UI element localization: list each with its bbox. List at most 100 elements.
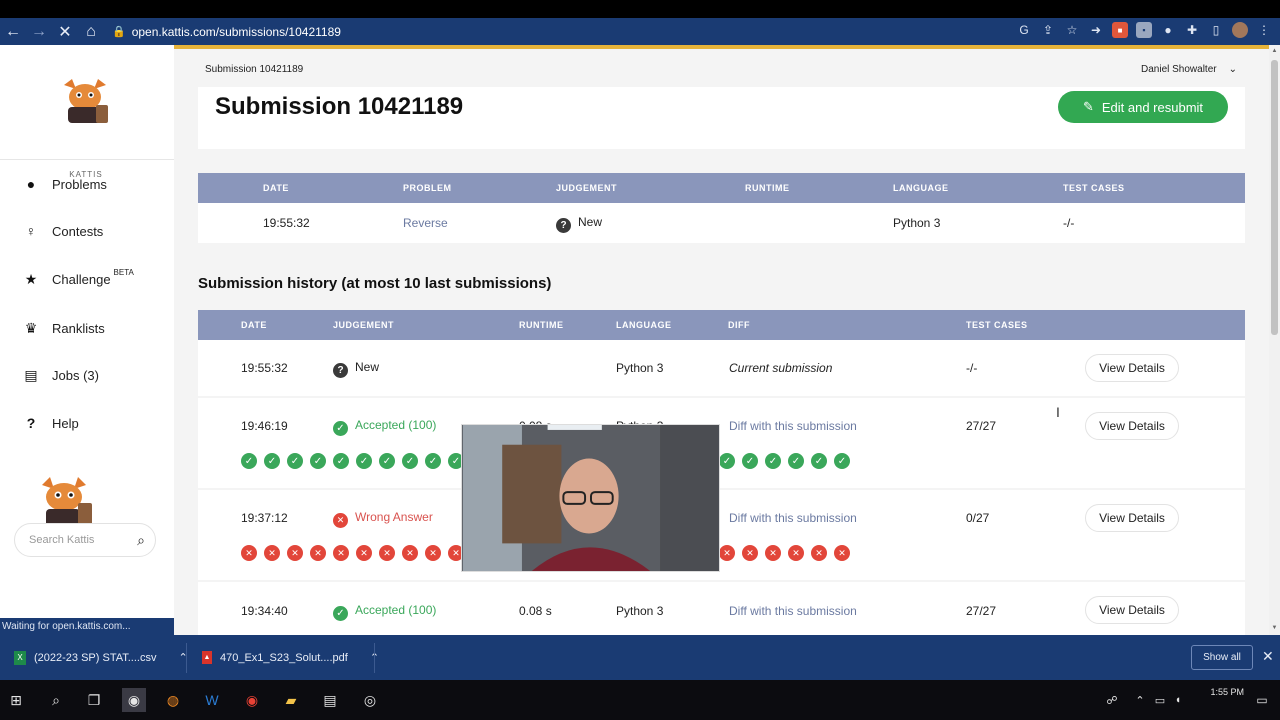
test-cases-cell: -/- xyxy=(1063,216,1075,230)
cross-icon: ✕ xyxy=(264,545,280,561)
sidebar-item-help[interactable]: ? Help xyxy=(22,412,79,434)
judgement-text: Accepted (100) xyxy=(355,418,437,432)
breadcrumb[interactable]: Submission 10421189 xyxy=(205,64,303,75)
scrollbar-thumb[interactable] xyxy=(1271,60,1278,335)
cross-icon: ✕ xyxy=(742,545,758,561)
cross-icon: ✕ xyxy=(241,545,257,561)
cross-icon: ✕ xyxy=(402,545,418,561)
test-case-results: ✕ ✕ ✕ ✕ ✕ ✕ xyxy=(719,545,850,561)
problem-link[interactable]: Reverse xyxy=(403,216,448,230)
date-cell: 19:46:19 xyxy=(241,419,288,433)
subheader: Submission 10421189 Daniel Showalter ⌄ xyxy=(174,49,1269,87)
download-item[interactable]: X (2022-23 SP) STAT....csv ⌃ xyxy=(14,635,188,680)
question-icon: ? xyxy=(333,363,348,378)
trophy-icon: ♛ xyxy=(24,319,38,336)
volume-icon[interactable]: ◖ xyxy=(1166,688,1190,712)
diff-link[interactable]: Diff with this submission xyxy=(729,419,857,433)
share-icon[interactable]: ⇪ xyxy=(1040,22,1056,38)
diff-link[interactable]: Diff with this submission xyxy=(729,511,857,525)
check-icon: ✓ xyxy=(310,453,326,469)
close-icon[interactable]: ✕ xyxy=(1262,648,1274,665)
col-judgement: JUDGEMENT xyxy=(333,320,395,330)
divider xyxy=(374,643,375,673)
table-row: 19:55:32 Reverse ? New Python 3 -/- xyxy=(198,203,1245,243)
sidebar-item-ranklists[interactable]: ♛ Ranklists xyxy=(22,317,105,339)
scroll-up-icon[interactable]: ▲ xyxy=(1271,48,1278,54)
main-content: Submission 10421189 Daniel Showalter ⌄ S… xyxy=(174,49,1269,635)
edit-icon: ✎ xyxy=(1082,99,1094,114)
sidebar-item-label: Contests xyxy=(52,223,104,239)
firefox-icon[interactable]: ◍ xyxy=(161,688,185,712)
table-row: 19:34:40 ✓ Accepted (100) 0.08 s Python 3… xyxy=(198,582,1245,635)
title-card: Submission 10421189 ✎ Edit and resubmit xyxy=(198,87,1245,149)
search-icon[interactable]: ⌕ xyxy=(44,688,68,712)
check-icon: ✓ xyxy=(379,453,395,469)
text-cursor-icon: I xyxy=(1056,404,1060,420)
google-icon[interactable]: G xyxy=(1016,22,1032,38)
search-box[interactable]: ⌕ xyxy=(14,523,156,557)
sidebar-item-contests[interactable]: ♀ Contests xyxy=(22,220,104,242)
sidebar-item-problems[interactable]: ● Problems xyxy=(22,173,107,195)
ext-red-icon[interactable]: ■ xyxy=(1112,22,1128,38)
diff-link[interactable]: Diff with this submission xyxy=(729,604,857,618)
view-details-button[interactable]: View Details xyxy=(1085,354,1179,382)
col-runtime: RUNTIME xyxy=(519,320,564,330)
cross-icon: ✕ xyxy=(765,545,781,561)
contest-icon: ♀ xyxy=(25,223,37,239)
windows-start-icon[interactable]: ⊞ xyxy=(4,688,28,712)
chrome-alt-icon[interactable]: ◉ xyxy=(240,688,264,712)
recorder-icon[interactable]: ◎ xyxy=(358,688,382,712)
address-bar[interactable]: open.kattis.com/submissions/10421189 xyxy=(132,25,341,39)
pdf-icon: ▲ xyxy=(202,651,212,664)
col-judgement: JUDGEMENT xyxy=(556,183,618,193)
word-icon[interactable]: W xyxy=(200,688,224,712)
view-details-button[interactable]: View Details xyxy=(1085,596,1179,624)
home-icon[interactable]: ⌂ xyxy=(78,18,104,45)
beta-badge: BETA xyxy=(113,267,134,277)
people-icon[interactable]: ☍ xyxy=(1100,688,1124,712)
star-icon[interactable]: ☆ xyxy=(1064,22,1080,38)
date-cell: 19:55:32 xyxy=(241,361,288,375)
check-icon: ✓ xyxy=(719,453,735,469)
cross-icon: ✕ xyxy=(333,513,348,528)
stop-icon[interactable]: ✕ xyxy=(52,18,78,45)
judgement-cell: ? New xyxy=(556,215,602,233)
col-problem: PROBLEM xyxy=(403,183,452,193)
arrow-icon[interactable]: ➜ xyxy=(1088,22,1104,38)
document-icon[interactable]: ▤ xyxy=(318,688,342,712)
browser-toolbar: ← → ✕ ⌂ 🔒 open.kattis.com/submissions/10… xyxy=(0,18,1280,45)
menu-icon[interactable]: ⋮ xyxy=(1256,22,1272,38)
sidebar-item-jobs[interactable]: ▤ Jobs (3) xyxy=(22,364,99,386)
ext-gray-icon[interactable]: ▪ xyxy=(1136,22,1152,38)
chevron-down-icon: ⌄ xyxy=(1228,64,1237,75)
user-menu[interactable]: Daniel Showalter ⌄ xyxy=(1141,64,1237,75)
download-item[interactable]: ▲ 470_Ex1_S23_Solut....pdf ⌃ xyxy=(202,635,379,680)
chrome-icon[interactable]: ◉ xyxy=(122,688,146,712)
edit-resubmit-button[interactable]: ✎ Edit and resubmit xyxy=(1058,91,1228,123)
col-test-cases: TEST CASES xyxy=(966,320,1028,330)
search-icon[interactable]: ⌕ xyxy=(137,532,145,549)
sidebar-item-challenge[interactable]: ★ Challenge BETA xyxy=(22,268,134,290)
view-details-button[interactable]: View Details xyxy=(1085,412,1179,440)
clock[interactable]: 1:55 PM xyxy=(1210,686,1244,699)
profile-avatar[interactable] xyxy=(1232,22,1248,38)
view-details-button[interactable]: View Details xyxy=(1085,504,1179,532)
notification-icon[interactable]: ▭ xyxy=(1250,688,1274,712)
check-icon: ✓ xyxy=(264,453,280,469)
task-view-icon[interactable]: ❐ xyxy=(82,688,106,712)
question-icon: ? xyxy=(556,218,571,233)
kattis-logo[interactable] xyxy=(58,79,112,125)
folder-icon[interactable]: ▰ xyxy=(279,688,303,712)
ext-circle-icon[interactable]: ● xyxy=(1160,22,1176,38)
sidepanel-icon[interactable]: ▯ xyxy=(1208,22,1224,38)
forward-icon[interactable]: → xyxy=(26,18,52,45)
puzzle-icon[interactable]: ✚ xyxy=(1184,22,1200,38)
test-cases-cell: 27/27 xyxy=(966,419,997,433)
search-input[interactable] xyxy=(29,534,117,546)
test-case-results: ✓ ✓ ✓ ✓ ✓ ✓ ✓ ✓ ✓ ✓ xyxy=(241,453,464,469)
show-all-button[interactable]: Show all xyxy=(1191,645,1253,670)
col-language: LANGUAGE xyxy=(616,320,672,330)
check-icon: ✓ xyxy=(241,453,257,469)
back-icon[interactable]: ← xyxy=(0,18,26,45)
scroll-down-icon[interactable]: ▼ xyxy=(1271,625,1278,631)
